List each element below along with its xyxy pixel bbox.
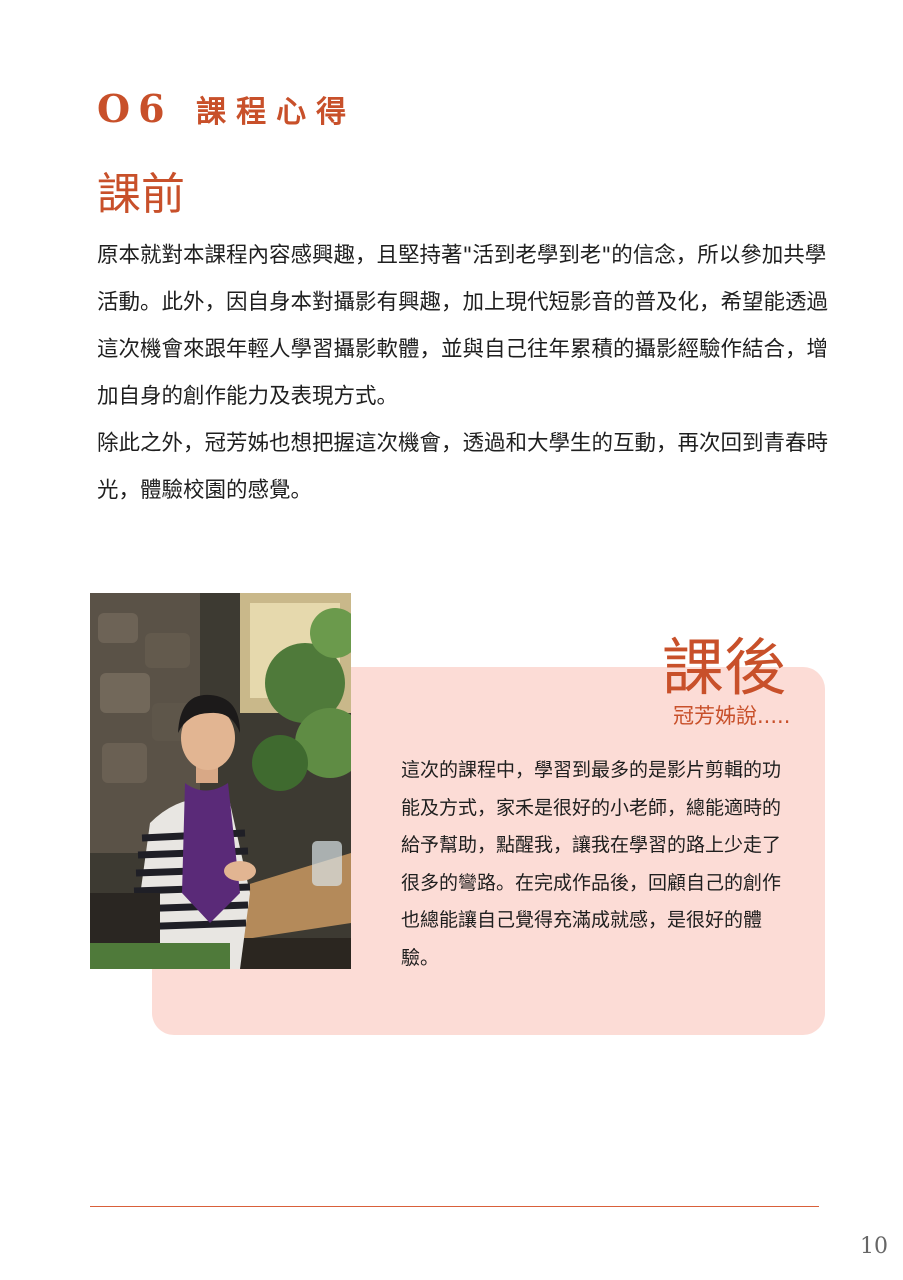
section-heading: O6 課程心得 [97, 86, 356, 131]
before-course-title: 課前 [97, 169, 185, 220]
footer-divider [90, 1206, 819, 1207]
section-title: 課程心得 [196, 95, 357, 130]
section-number: O6 [97, 86, 173, 131]
before-paragraph-2: 除此之外，冠芳姊也想把握這次機會，透過和大學生的互動，再次回到青春時光，體驗校園… [97, 431, 829, 503]
after-course-text: 這次的課程中，學習到最多的是影片剪輯的功能及方式，家禾是很好的小老師，總能適時的… [401, 759, 782, 969]
page-number: 10 [860, 1234, 888, 1259]
participant-photo [90, 593, 351, 969]
after-course-subtitle: 冠芳姊說..... [673, 704, 791, 728]
before-course-text: 原本就對本課程內容感興趣，且堅持著"活到老學到老"的信念，所以參加共學活動。此外… [97, 232, 837, 514]
before-paragraph-1: 原本就對本課程內容感興趣，且堅持著"活到老學到老"的信念，所以參加共學活動。此外… [97, 243, 829, 409]
after-course-title: 課後 [662, 631, 787, 704]
